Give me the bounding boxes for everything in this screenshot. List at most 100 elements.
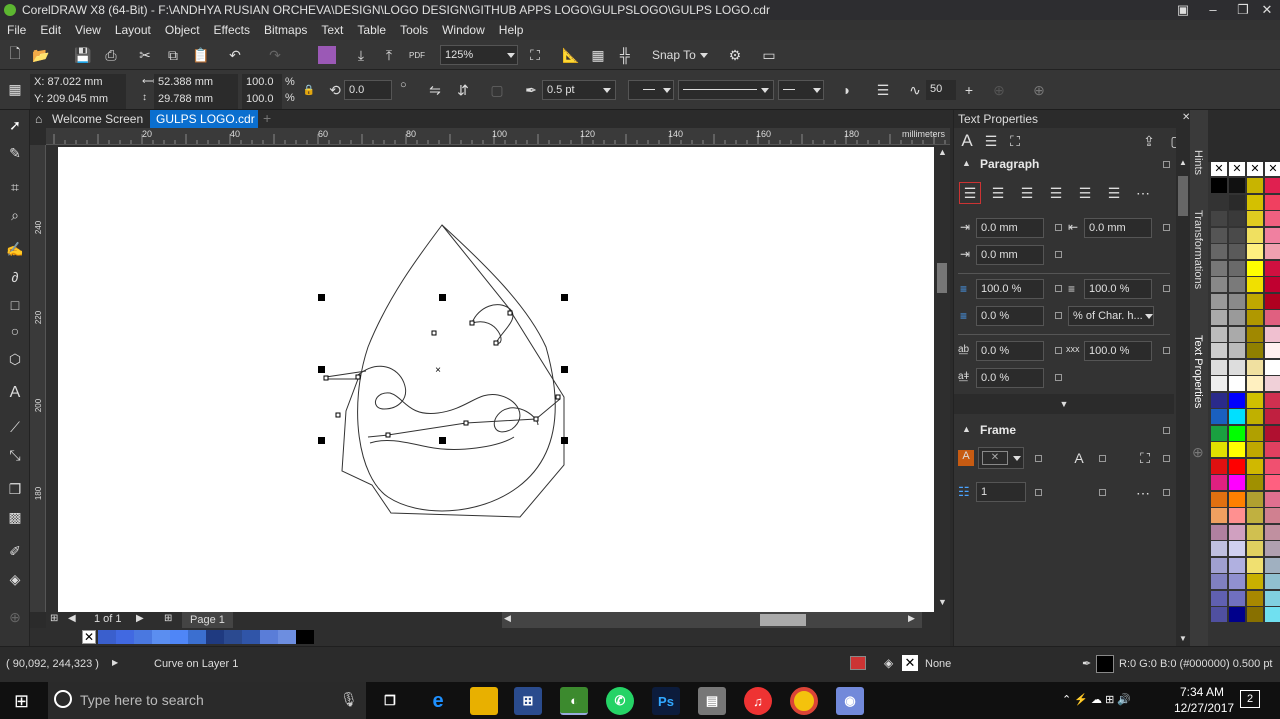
palette-color-swatch[interactable] [1247,557,1263,573]
expand-more-icon[interactable]: ▼ [954,394,1174,414]
docker-scrollbar[interactable]: ▲ ▼ [1176,128,1190,648]
palette-color-swatch[interactable] [1211,541,1227,556]
taskbar-search-box[interactable]: Type here to search 🎙 [48,682,366,719]
palette-color-swatch[interactable] [1265,508,1280,523]
show-rulers-icon[interactable]: 📐 [560,44,582,66]
palette-color-swatch[interactable] [1229,392,1245,408]
document-color-swatch[interactable] [134,630,152,644]
collapse-icon[interactable]: ▲ [962,424,971,434]
snap-to-dropdown[interactable]: Snap To [652,48,696,62]
palette-color-swatch[interactable] [1229,211,1245,226]
restore-icon[interactable]: ▣ [1168,0,1198,20]
palette-color-swatch[interactable] [1265,293,1280,309]
polygon-tool-icon[interactable]: ⬡ [4,348,26,370]
palette-color-swatch[interactable] [1229,326,1245,342]
align-center-icon[interactable]: ☰ [1016,182,1038,204]
language-spacing-field[interactable]: 0.0 % [976,368,1044,388]
lock-square[interactable] [1035,489,1042,496]
more-options-icon[interactable]: ⋯ [1132,182,1154,204]
line-spacing-field[interactable]: 100.0 % [1084,279,1152,299]
vertical-ruler[interactable]: 240 220 200 180 [30,145,46,612]
palette-color-swatch[interactable] [1265,326,1280,342]
palette-color-swatch[interactable] [1211,458,1227,474]
collapse-icon[interactable]: ▲ [962,158,971,168]
add-tool-icon[interactable]: ⊕ [4,606,26,628]
lock-square[interactable] [1163,347,1170,354]
palette-color-swatch[interactable] [1247,293,1263,309]
palette-color-swatch[interactable] [1265,277,1280,292]
palette-color-swatch[interactable] [1265,260,1280,276]
palette-color-swatch[interactable] [1211,359,1227,375]
x-position-field[interactable]: X: 87.022 mm [30,74,126,92]
space-before-field[interactable]: 100.0 % [976,279,1044,299]
palette-color-swatch[interactable] [1211,310,1227,325]
options-gear-icon[interactable]: ⚙ [724,44,746,66]
lock-square[interactable] [1163,455,1170,462]
scroll-left-icon[interactable]: ◀ [504,613,511,624]
palette-color-swatch[interactable] [1211,376,1227,391]
freehand-tool-icon[interactable]: ✍ [4,238,26,260]
coreldraw-taskbar-icon[interactable]: ◐ [560,687,588,715]
palette-color-swatch[interactable] [1247,409,1263,424]
palette-color-swatch[interactable] [1265,310,1280,325]
clock-date[interactable]: 12/27/2017 [1174,701,1234,715]
artistic-media-icon[interactable]: ∂ [4,266,26,288]
scroll-thumb[interactable] [937,263,947,293]
palette-color-swatch[interactable] [1265,541,1280,556]
palette-color-swatch[interactable] [1211,574,1227,589]
scale-x-field[interactable]: 100.0 [242,74,282,92]
expand-arrow-icon[interactable]: ▶ [112,658,118,667]
menu-view[interactable]: View [68,23,108,37]
rectangle-tool-icon[interactable]: □ [4,294,26,316]
logo-drawing[interactable]: × [58,147,934,612]
menu-layout[interactable]: Layout [108,23,158,37]
palette-color-swatch[interactable] [1247,590,1263,606]
align-left-icon[interactable]: ☰ [987,182,1009,204]
new-document-icon[interactable]: 🗋 [4,44,26,66]
wrap-text-icon[interactable]: ☰ [872,79,894,101]
show-grid-icon[interactable]: ▦ [587,44,609,66]
palette-color-swatch[interactable] [1229,541,1245,556]
menu-edit[interactable]: Edit [33,23,68,37]
scroll-right-icon[interactable]: ▶ [908,613,915,624]
copy-icon[interactable]: ⧉ [162,44,184,66]
left-indent-field[interactable]: 0.0 mm [1084,218,1152,238]
zoom-tool-icon[interactable]: ⌕ [4,204,26,226]
menu-effects[interactable]: Effects [207,23,257,37]
palette-color-swatch[interactable] [1211,491,1227,507]
force-justify-icon[interactable]: ☰ [1103,182,1125,204]
frame-icon[interactable]: ⛶ [1004,130,1026,152]
palette-color-swatch[interactable] [1211,508,1227,523]
palette-color-swatch[interactable] [1265,194,1280,210]
palette-color-swatch[interactable] [1247,326,1263,342]
lock-square[interactable] [1163,285,1170,292]
palette-color-swatch[interactable] [1265,557,1280,573]
connector-tool-icon[interactable]: ⤡ [4,444,26,466]
tab-welcome-screen[interactable]: ⌂ Welcome Screen [30,110,150,128]
transparency-icon[interactable]: ▩ [4,506,26,528]
document-color-swatch[interactable] [188,630,206,644]
palette-color-swatch[interactable] [1211,590,1227,606]
menu-file[interactable]: File [0,23,33,37]
palette-color-swatch[interactable] [1211,442,1227,457]
palette-color-swatch[interactable] [1211,211,1227,226]
action-center-icon[interactable]: 2 [1240,690,1260,708]
frame-section-header[interactable]: Frame [954,420,1174,440]
palette-color-swatch[interactable] [1247,458,1263,474]
outline-width-dropdown[interactable]: 0.5 pt [542,80,616,100]
paste-icon[interactable]: 📋 [190,44,212,66]
palette-color-swatch[interactable] [1265,574,1280,589]
menu-table[interactable]: Table [350,23,393,37]
store-icon[interactable]: ⊞ [514,687,542,715]
space-after-field[interactable]: 0.0 % [976,306,1044,326]
ellipse-tool-icon[interactable]: ○ [4,320,26,342]
palette-color-swatch[interactable] [1211,524,1227,540]
palette-color-swatch[interactable] [1247,392,1263,408]
palette-color-swatch[interactable] [1229,557,1245,573]
tab-transformations[interactable]: Transformations [1192,210,1204,289]
palette-color-swatch[interactable] [1265,392,1280,408]
palette-color-swatch[interactable] [1247,211,1263,226]
palette-color-swatch[interactable] [1229,343,1245,358]
palette-color-swatch[interactable] [1211,178,1227,193]
palette-color-swatch[interactable] [1247,491,1263,507]
